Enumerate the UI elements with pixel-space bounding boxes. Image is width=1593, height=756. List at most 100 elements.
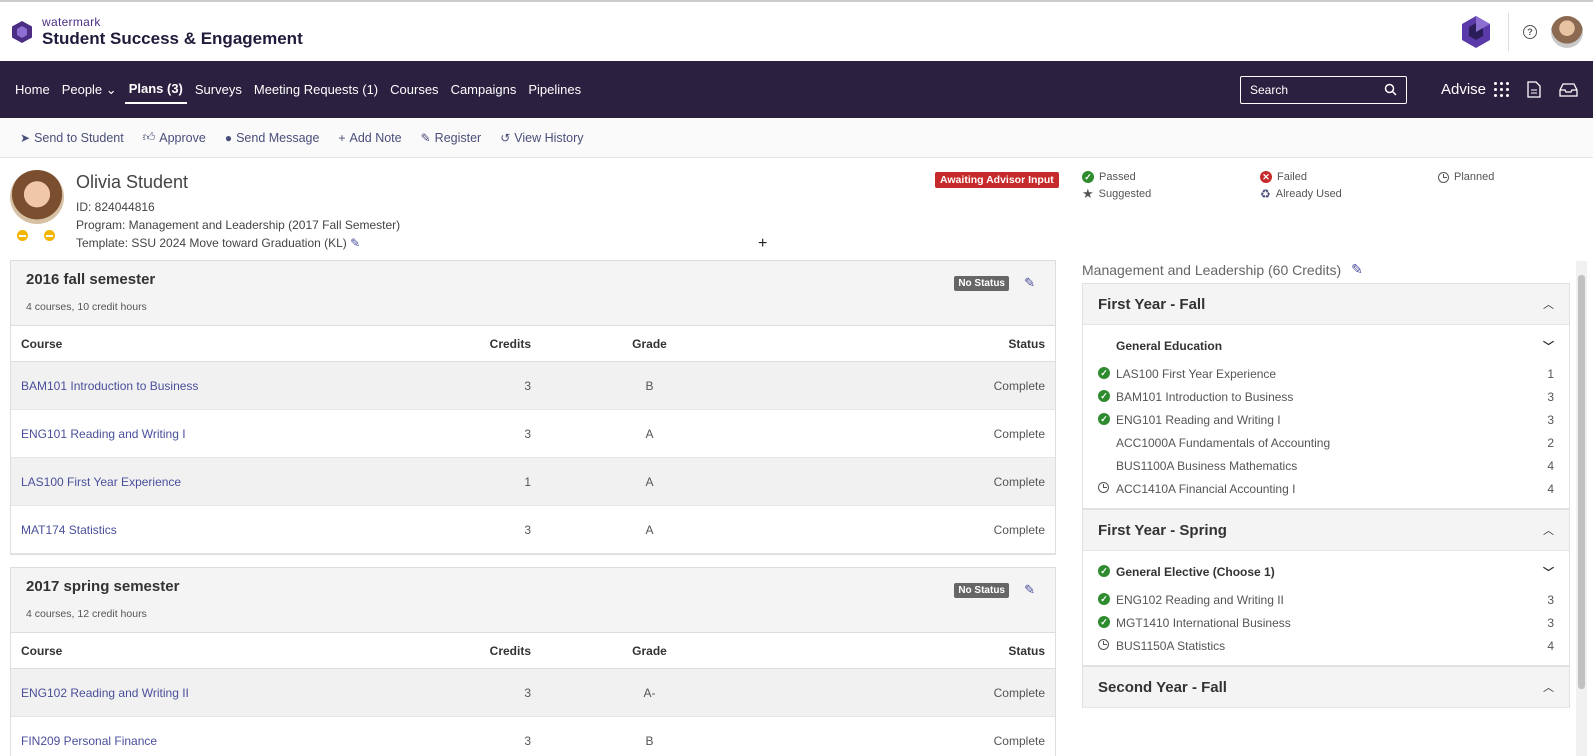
semester-title: 2016 fall semester <box>26 271 156 288</box>
course-status: Complete <box>768 361 1055 410</box>
requirement-name: LAS100 First Year Experience <box>1116 366 1277 381</box>
course-grade: A- <box>531 668 768 717</box>
pencil-icon[interactable]: ✎ <box>350 236 360 250</box>
course-status: Complete <box>768 505 1055 554</box>
view-history-button[interactable]: ↺ View History <box>500 131 583 145</box>
chevron-up-icon[interactable]: ︿ <box>1543 522 1554 538</box>
nav-surveys[interactable]: Surveys <box>195 76 242 103</box>
year-header[interactable]: First Year - Fall ︿ <box>1083 284 1569 325</box>
legend-passed: Passed <box>1099 171 1136 183</box>
chevron-up-icon[interactable]: ︿ <box>1543 296 1554 312</box>
col-grade: Grade <box>531 632 768 669</box>
course-link[interactable]: FIN209 Personal Finance <box>11 716 431 756</box>
pencil-icon[interactable]: ✎ <box>1024 582 1035 598</box>
action-toolbar: ➤ Send to Student 👍︎ Approve ● Send Message… <box>0 118 1593 158</box>
send-to-student-button[interactable]: ➤ Send to Student <box>20 131 124 145</box>
nav-people[interactable]: People ⌄ <box>62 76 117 104</box>
legend-failed: Failed <box>1277 171 1307 183</box>
send-message-button[interactable]: ● Send Message <box>225 131 320 145</box>
course-link[interactable]: BAM101 Introduction to Business <box>11 361 431 410</box>
chevron-down-icon[interactable]: ﹀ <box>1543 564 1554 580</box>
user-avatar[interactable] <box>1551 15 1583 48</box>
course-credits: 3 <box>431 409 531 458</box>
requirement-name: BAM101 Introduction to Business <box>1116 389 1294 404</box>
legend-planned: Planned <box>1454 171 1495 183</box>
requirement-name: ENG102 Reading and Writing II <box>1116 592 1284 607</box>
course-link[interactable]: MAT174 Statistics <box>11 505 431 554</box>
advise-label: Advise <box>1440 81 1486 98</box>
nav-courses[interactable]: Courses <box>390 76 438 103</box>
pencil-icon[interactable]: ✎ <box>1351 261 1363 278</box>
course-link[interactable]: LAS100 First Year Experience <box>11 457 431 506</box>
search-input[interactable]: Search <box>1239 75 1407 104</box>
requirement-group[interactable]: ✓ General Elective (Choose 1) ﹀ <box>1098 564 1554 580</box>
clock-icon <box>1098 639 1109 650</box>
course-status: Complete <box>768 457 1055 506</box>
view-history-label: View History <box>514 130 584 145</box>
requirement-item: ✓ ENG101 Reading and Writing I 3 <box>1098 408 1554 431</box>
table-row: LAS100 First Year Experience 1 A Complet… <box>11 457 1055 506</box>
requirement-name: ENG101 Reading and Writing I <box>1116 412 1281 427</box>
student-program: Program: Management and Leadership (2017… <box>76 218 401 232</box>
requirement-item: ✓ LAS100 First Year Experience 1 <box>1098 362 1554 385</box>
requirement-item: BUS1150A Statistics 4 <box>1098 634 1554 657</box>
student-photo <box>10 170 64 224</box>
requirement-credits: 4 <box>1547 458 1554 473</box>
advise-menu[interactable]: Advise <box>1441 81 1509 98</box>
nav-pipelines[interactable]: Pipelines <box>528 76 581 103</box>
recycle-icon: ♻ <box>1260 187 1271 201</box>
nav-home[interactable]: Home <box>15 76 50 103</box>
year-header[interactable]: First Year - Spring ︿ <box>1083 510 1569 551</box>
nav-campaigns[interactable]: Campaigns <box>451 76 517 103</box>
year-header[interactable]: Second Year - Fall ︿ <box>1083 667 1569 708</box>
requirement-credits: 4 <box>1547 481 1554 496</box>
alert-minus-icon[interactable] <box>17 230 28 241</box>
requirement-name: MGT1410 International Business <box>1116 615 1291 630</box>
inbox-icon[interactable] <box>1559 82 1578 97</box>
status-badge: No Status <box>954 276 1009 291</box>
scrollbar-thumb[interactable] <box>1578 275 1585 689</box>
requirement-credits: 3 <box>1547 615 1554 630</box>
help-icon[interactable]: ? <box>1523 24 1537 39</box>
requirement-item: ✓ ENG102 Reading and Writing II 3 <box>1098 588 1554 611</box>
requirement-group[interactable]: General Education ﹀ <box>1098 338 1554 354</box>
document-icon[interactable] <box>1527 81 1541 98</box>
approve-label: Approve <box>159 130 206 145</box>
course-status: Complete <box>768 409 1055 458</box>
semester-title: 2017 spring semester <box>26 578 180 595</box>
course-status: Complete <box>768 716 1055 756</box>
course-credits: 3 <box>431 716 531 756</box>
year-title: First Year - Fall <box>1098 295 1206 313</box>
course-status: Complete <box>768 668 1055 717</box>
register-button[interactable]: ✎ Register <box>421 131 482 145</box>
course-link[interactable]: ENG101 Reading and Writing I <box>11 409 431 458</box>
year-title: Second Year - Fall <box>1098 678 1227 696</box>
program-title-text: Management and Leadership (60 Credits) <box>1082 261 1342 278</box>
app-title: Student Success & Engagement <box>42 29 303 48</box>
add-note-button[interactable]: + Add Note <box>338 131 401 145</box>
alert-minus-icon[interactable] <box>44 230 55 241</box>
pencil-icon[interactable]: ✎ <box>1024 275 1035 291</box>
nav-plans[interactable]: Plans (3) <box>124 75 187 104</box>
chevron-down-icon[interactable]: ﹀ <box>1543 338 1554 354</box>
paper-plane-icon: ➤ <box>20 130 31 145</box>
program-scrollbar[interactable] <box>1576 261 1587 756</box>
course-grade: B <box>531 716 768 756</box>
course-grade: A <box>531 505 768 554</box>
approve-button[interactable]: 👍︎ Approve <box>143 130 206 145</box>
chevron-up-icon[interactable]: ︿ <box>1543 679 1554 695</box>
student-name: Olivia Student <box>76 172 189 192</box>
course-grade: A <box>531 457 768 506</box>
clock-icon <box>1438 171 1449 183</box>
institution-logo-icon[interactable] <box>1458 14 1494 50</box>
brand[interactable]: watermark Student Success & Engagement <box>10 16 303 47</box>
requirement-credits: 3 <box>1547 389 1554 404</box>
program-panel: Management and Leadership (60 Credits) ✎… <box>1082 261 1570 708</box>
course-link[interactable]: ENG102 Reading and Writing II <box>11 668 431 717</box>
student-template: Template: SSU 2024 Move toward Graduatio… <box>76 236 400 250</box>
course-credits: 1 <box>431 457 531 506</box>
requirement-credits: 3 <box>1547 592 1554 607</box>
thumbs-up-icon: 👍︎ <box>142 130 156 144</box>
nav-meeting-requests[interactable]: Meeting Requests (1) <box>254 76 378 103</box>
col-course: Course <box>11 632 431 669</box>
